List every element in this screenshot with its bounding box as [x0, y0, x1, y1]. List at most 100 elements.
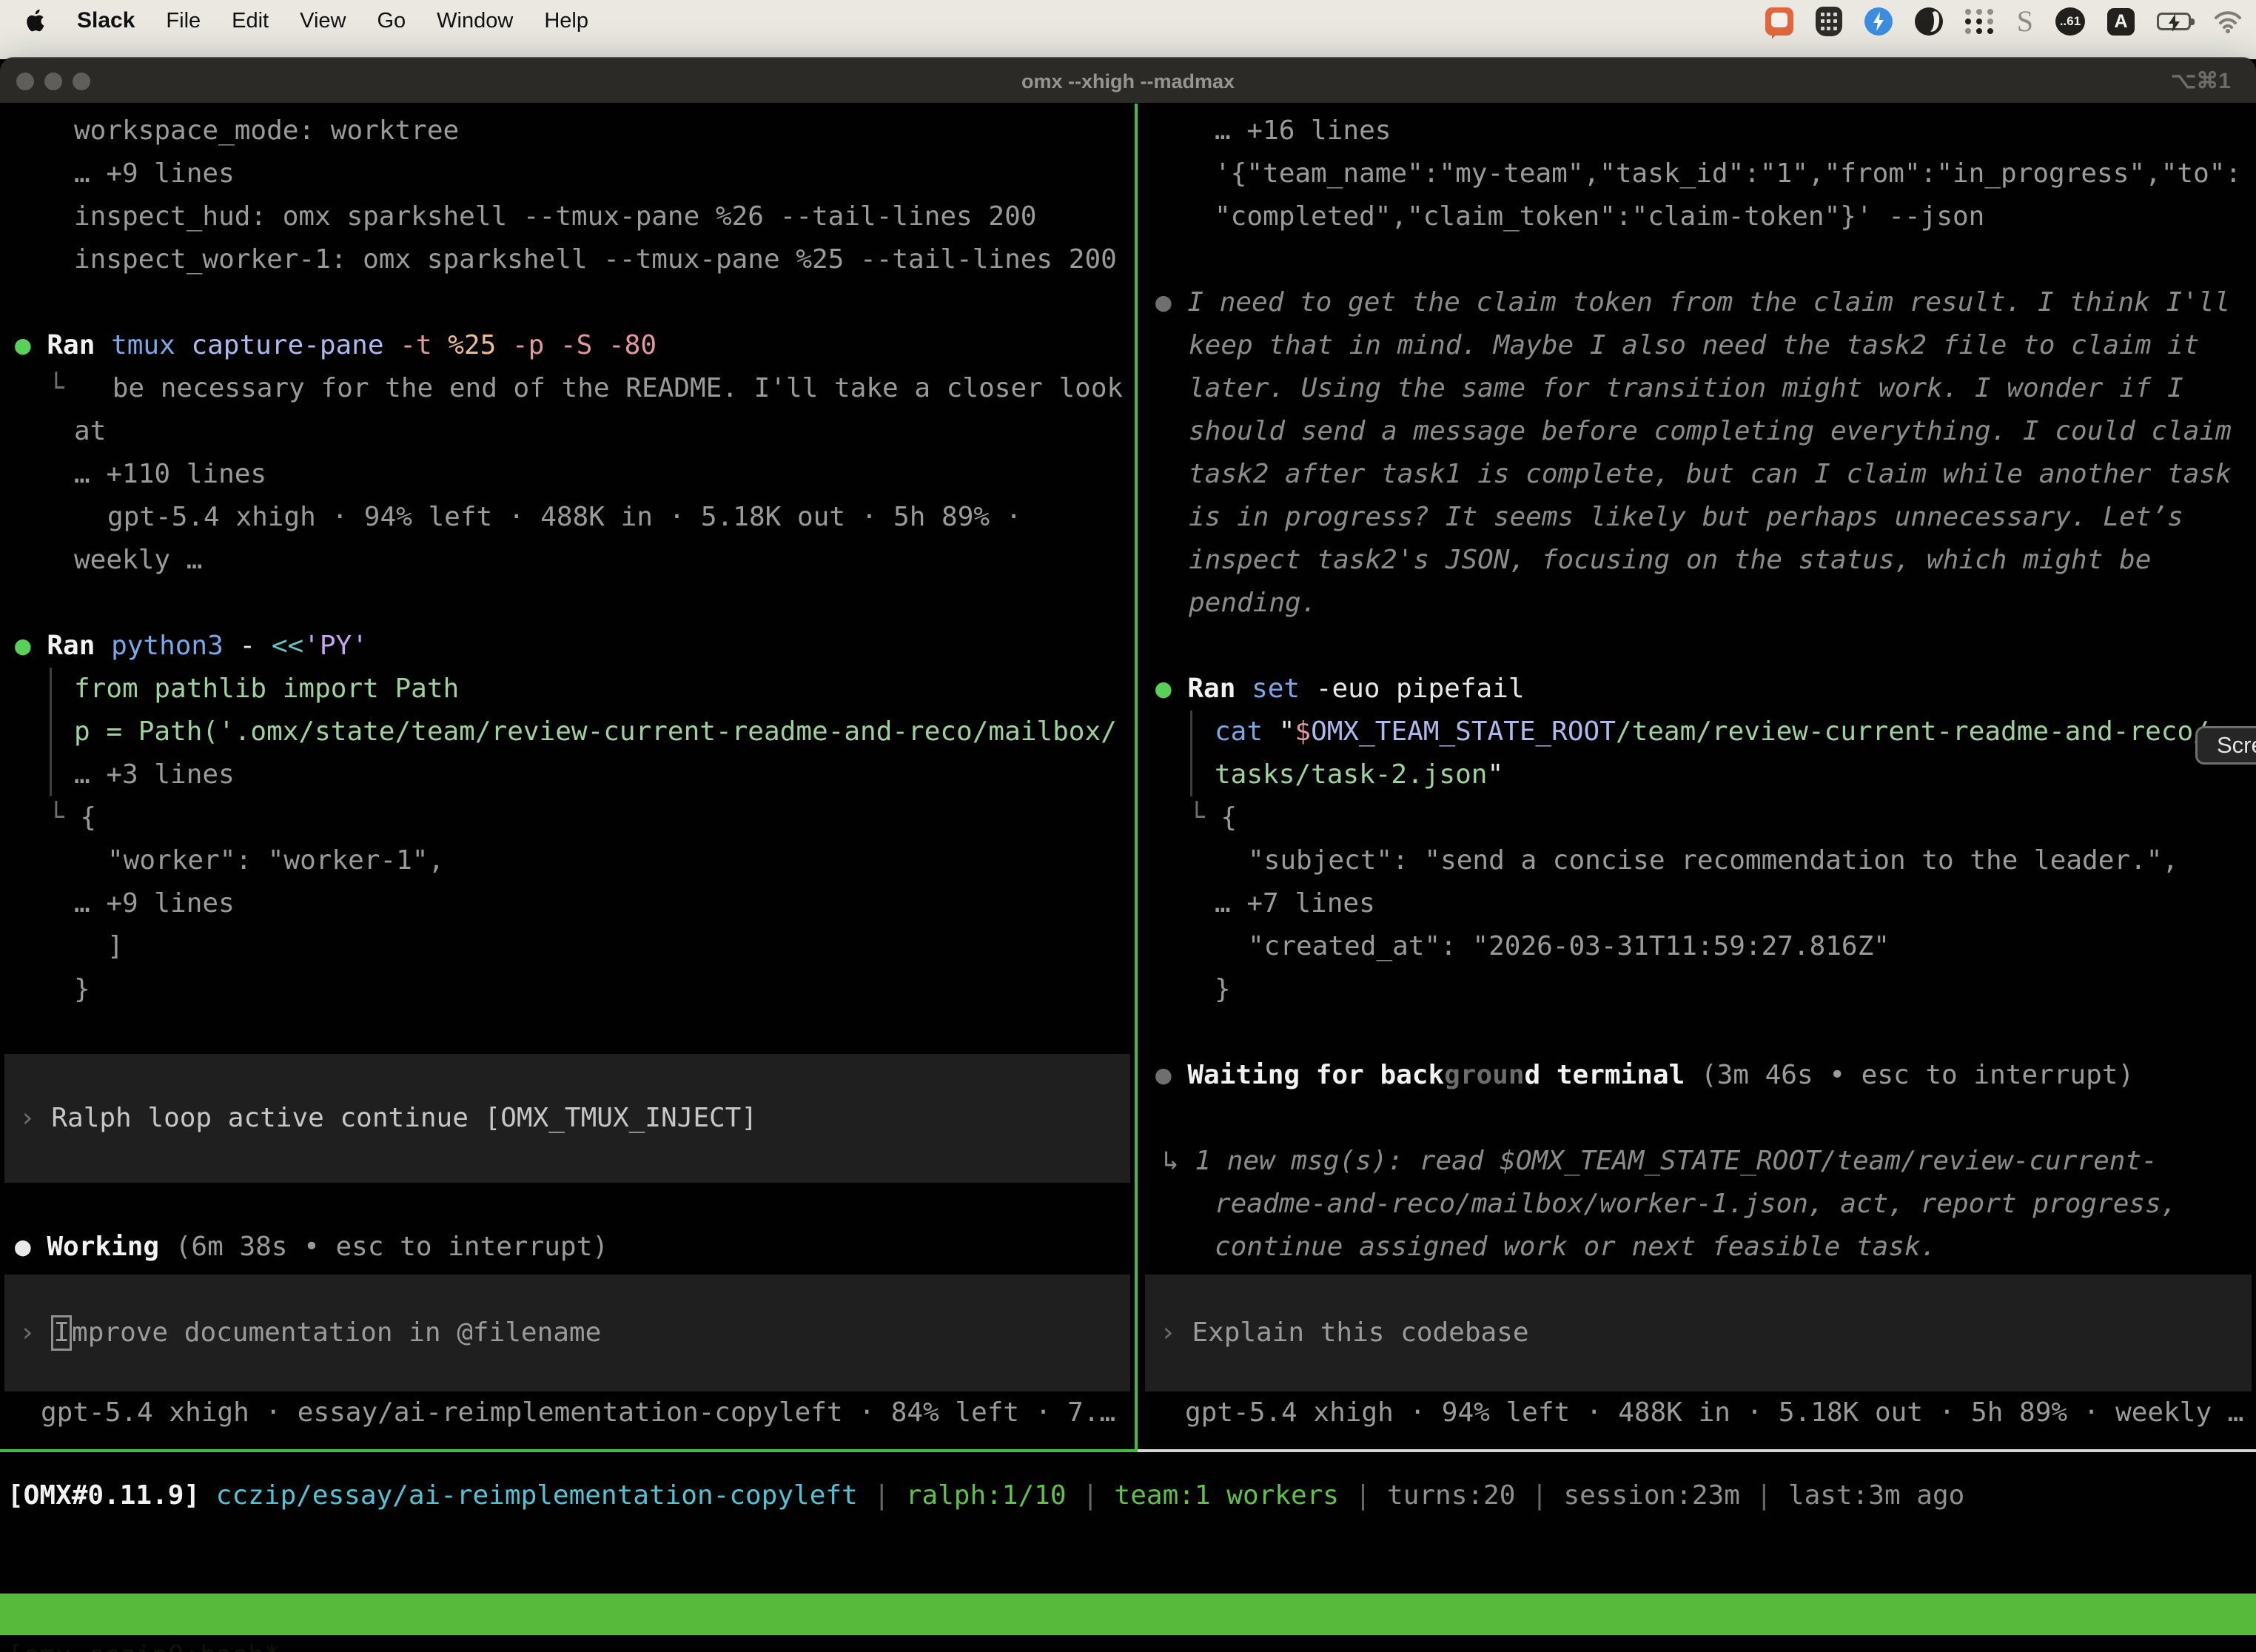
window-shortcut-hint: ⌥⌘1 [2171, 58, 2231, 104]
segment-sg2: session:23m [1563, 1480, 1756, 1511]
segment-g: '{"team_name":"my-team","task_id":"1","f… [1215, 158, 2241, 189]
grid-shield-icon[interactable] [1816, 7, 1842, 36]
segment-g: … +9 lines [74, 158, 235, 189]
segment-g: gpt-5.4 xhigh · 94% left · 488K in · 5.1… [107, 502, 1021, 532]
segment-grn: p = Path('.omx/state/team/review-current… [74, 716, 1117, 747]
segment-grn: from pathlib import Path [74, 674, 459, 704]
menu-item-file[interactable]: File [166, 9, 201, 33]
terminal-line: … +16 lines [1141, 110, 2256, 152]
segment-wb: Ran [47, 330, 111, 360]
segment-pur: 'PY' [303, 631, 368, 661]
segment-g: gpt-5.4 xhigh · essay/ai-reimplementatio… [41, 1397, 1115, 1428]
segment-sgr: team:1 workers [1115, 1480, 1355, 1511]
segment-sg2: last:3m ago [1788, 1480, 1964, 1511]
battery-icon[interactable] [2157, 13, 2191, 30]
segment-grn: /team/review-current-readme-and-reco/ [1616, 716, 2209, 747]
segment-w: " [1487, 759, 1503, 790]
segment-pch: %25 [448, 330, 512, 360]
right-pane-log: … +16 lines '{"team_name":"my-team","task… [1141, 104, 2256, 1312]
menu-items: File Edit View Go Window Help [135, 9, 588, 33]
blank-line [1141, 1097, 2256, 1140]
s-curl-icon[interactable]: S [2017, 7, 2033, 36]
segment-gi: task2 after task1 is complete, but can I… [1189, 459, 2232, 489]
segment-cur: I [51, 1315, 72, 1351]
segment-blu: set [1252, 674, 1316, 704]
segment-g: at [74, 416, 106, 446]
a-square-icon[interactable]: A [2107, 8, 2135, 36]
segment-gi: continue assigned work or next feasible … [1215, 1232, 1936, 1262]
terminal-line: └ { [1141, 796, 2256, 839]
battery-nub [2191, 19, 2195, 25]
screen-capture-overlay[interactable]: Scre [2195, 726, 2256, 765]
terminal-line: readme-and-reco/mailbox/worker-1.json, a… [1141, 1183, 2256, 1226]
left-prompt-input[interactable]: › Improve documentation in @filename [4, 1275, 1130, 1391]
crescent-circle-icon[interactable] [1915, 7, 1943, 36]
tmux-pane-left[interactable]: workspace_mode: worktree … +9 lines inspec… [0, 104, 1135, 1449]
right-prompt-input[interactable]: › Explain this codebase [1145, 1275, 2252, 1391]
segment-g: weekly … [74, 545, 202, 575]
segment-wb: Ran [47, 631, 111, 661]
pane-divider[interactable] [1135, 104, 1138, 1449]
terminal-line: later. Using the same for transition mig… [1141, 367, 2256, 410]
terminal-line: gpt-5.4 xhigh · 94% left · 488K in · 5.1… [0, 496, 1135, 539]
prompt-input-line[interactable]: › Improve documentation in @filename [4, 1312, 601, 1354]
segment-wb: d terminal [1525, 1060, 1701, 1090]
right-pane-bottom-border [1138, 1449, 2256, 1452]
segment-gi: readme-and-reco/mailbox/worker-1.json, a… [1215, 1189, 2177, 1219]
menu-item-help[interactable]: Help [544, 9, 588, 33]
window-title-bar[interactable]: omx --xhigh --madmax ⌥⌘1 [0, 58, 2256, 104]
segment-g: … +9 lines [74, 888, 235, 919]
segment-shim: groun [1444, 1060, 1524, 1090]
terminal-line: ● Waiting for background terminal (3m 46… [1141, 1054, 2256, 1097]
segment-tea: << [272, 631, 303, 661]
tmux-pane-right[interactable]: … +16 lines '{"team_name":"my-team","task… [1141, 104, 2256, 1449]
segment-sep: | [1531, 1480, 1563, 1511]
bolt-circle-icon[interactable] [1864, 7, 1893, 36]
terminal-line: inspect_hud: omx sparkshell --tmux-pane … [0, 195, 1135, 238]
terminal-line: workspace_mode: worktree [0, 110, 1135, 152]
segment-w: -euo pipefail [1316, 674, 1525, 704]
terminal-content: workspace_mode: worktree … +9 lines inspec… [0, 104, 2256, 1652]
segment-lav: capture-pane [191, 330, 400, 360]
segment-grn: tasks/task-2.json [1215, 759, 1487, 790]
segment-d: ● [1155, 1060, 1187, 1090]
menu-item-go[interactable]: Go [377, 9, 406, 33]
segment-gbul: ● [15, 330, 47, 360]
dots-grid-icon[interactable] [1965, 9, 1995, 34]
count-badge-icon[interactable]: ..61 [2055, 7, 2085, 36]
segment-g: workspace_mode: worktree [74, 115, 459, 146]
terminal-line: } [0, 968, 1135, 1011]
left-hud-line: gpt-5.4 xhigh · essay/ai-reimplementatio… [0, 1391, 1135, 1434]
left-pane-bottom-border [0, 1449, 1138, 1452]
menu-item-edit[interactable]: Edit [232, 9, 269, 33]
segment-g: inspect_hud: omx sparkshell --tmux-pane … [74, 201, 1036, 232]
chat-bubble-icon[interactable] [1765, 7, 1793, 36]
blank-line [1141, 238, 2256, 281]
menu-item-view[interactable]: View [300, 9, 346, 33]
blank-line [0, 582, 1135, 625]
active-app-name[interactable]: Slack [77, 8, 135, 33]
apple-menu-icon[interactable] [25, 8, 47, 33]
segment-gi: pending. [1189, 588, 1317, 618]
segment-d: › [19, 1317, 51, 1348]
menu-bar-status-icons: S ..61 A [1765, 6, 2243, 37]
wifi-icon[interactable] [2213, 10, 2243, 33]
segment-pl: Ralph loop active continue [OMX_TMUX_INJ… [51, 1103, 757, 1133]
terminal-line: } [1141, 968, 2256, 1011]
terminal-line: cat "$OMX_TEAM_STATE_ROOT/team/review-cu… [1141, 711, 2256, 753]
segment-gi: ↳ 1 new msg(s): read $OMX_TEAM_STATE_ROO… [1163, 1146, 2158, 1176]
terminal-line: ● Ran tmux capture-pane -t %25 -p -S -80 [0, 324, 1135, 367]
prompt-input-line[interactable]: › Explain this codebase [1145, 1312, 1529, 1354]
tmux-session-label: [omx-cczip0:bash* [7, 1635, 280, 1652]
segment-pnk: -p -S -80 [512, 330, 657, 360]
segment-d: └ [48, 802, 80, 833]
segment-g: } [1215, 974, 1231, 1004]
segment-d: └ [1189, 802, 1221, 833]
terminal-line: "completed","claim_token":"claim-token"}… [1141, 195, 2256, 238]
terminal-line: keep that in mind. Maybe I also need the… [1141, 324, 2256, 367]
menu-item-window[interactable]: Window [437, 9, 513, 33]
segment-g: "created_at": "2026-03-31T11:59:27.816Z" [1248, 931, 1890, 961]
segment-gi: should send a message before completing … [1189, 416, 2232, 446]
blank-line [0, 1183, 1135, 1226]
segment-sep: | [873, 1480, 905, 1511]
